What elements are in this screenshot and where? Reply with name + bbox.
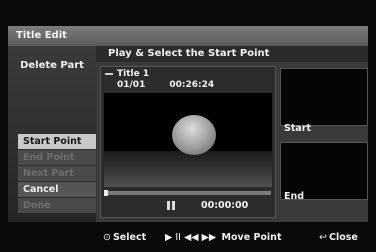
menu-item-next-part: Next Part — [18, 166, 96, 181]
pause-icon — [167, 201, 175, 210]
mode-heading: Delete Part — [20, 60, 84, 71]
video-panel: Title 1 01/01 00:26:24 00:00:00 — [100, 66, 276, 218]
start-thumbnail-label: Start — [284, 123, 312, 134]
select-button-icon: ⊙ — [103, 232, 111, 243]
menu-item-start-point[interactable]: Start Point — [18, 134, 96, 149]
select-hint-label: Select — [112, 232, 147, 243]
close-hint: ↩ Close — [319, 232, 358, 243]
title-duration: 00:26:24 — [169, 80, 215, 90]
instruction-header: Play & Select the Start Point — [96, 46, 368, 62]
end-thumbnail-label: End — [284, 191, 305, 202]
title-counter: 01/01 — [117, 80, 146, 90]
menu-item-end-point: End Point — [18, 150, 96, 165]
title-name: Title 1 — [117, 69, 150, 79]
close-label: Close — [328, 232, 358, 243]
title-info: Title 1 01/01 00:26:24 — [105, 69, 214, 91]
title-marker-icon — [105, 72, 113, 75]
return-icon: ↩ — [319, 232, 327, 243]
edit-menu: Start Point End Point Next Part Cancel D… — [18, 134, 96, 214]
playback-progress-bar[interactable] — [104, 190, 271, 196]
title-bar: Title Edit — [8, 26, 368, 46]
menu-item-done: Done — [18, 198, 96, 213]
progress-knob[interactable] — [104, 190, 108, 196]
move-point-label: Move Point — [221, 232, 282, 243]
transport-controls-icon: ▶ II ◀◀ ▶▶ — [165, 232, 217, 243]
title-edit-screen: Title Edit Delete Part Start Point End P… — [0, 0, 376, 252]
footer-hints: ⊙ Select ▶ II ◀◀ ▶▶ Move Point ↩ Close — [0, 224, 376, 252]
window-title: Title Edit — [16, 30, 67, 41]
instruction-text: Play & Select the Start Point — [108, 48, 270, 59]
move-point-hint: ▶ II ◀◀ ▶▶ Move Point — [165, 232, 282, 243]
select-hint: ⊙ Select — [103, 232, 146, 243]
video-scene-orb — [172, 115, 216, 155]
video-preview — [104, 93, 272, 187]
menu-item-cancel[interactable]: Cancel — [18, 182, 96, 197]
left-panel: Delete Part Start Point End Point Next P… — [8, 46, 96, 222]
playback-time: 00:00:00 — [201, 200, 249, 211]
video-scene-floor — [104, 151, 272, 187]
start-point-thumbnail — [280, 68, 368, 126]
